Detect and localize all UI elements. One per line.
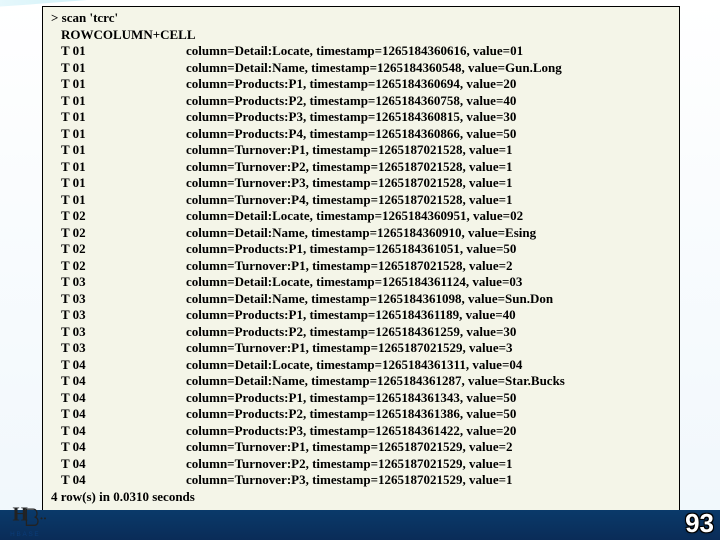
table-row: T 04column=Products:P2, timestamp=126518…	[61, 406, 671, 423]
row-cell-value: column=Detail:Name, timestamp=1265184360…	[186, 225, 536, 240]
header-col-label: COLUMN+CELL	[94, 27, 196, 42]
row-key: T 04	[61, 390, 186, 407]
hbase-logo: H HBASE	[8, 504, 68, 540]
row-key: T 03	[61, 340, 186, 357]
table-row: T 03column=Turnover:P1, timestamp=126518…	[61, 340, 671, 357]
table-row: T 01column=Turnover:P2, timestamp=126518…	[61, 159, 671, 176]
table-row: T 03column=Products:P2, timestamp=126518…	[61, 324, 671, 341]
table-row: T 01column=Turnover:P1, timestamp=126518…	[61, 142, 671, 159]
table-row: T 03column=Detail:Name, timestamp=126518…	[61, 291, 671, 308]
row-key: T 03	[61, 324, 186, 341]
row-cell-value: column=Products:P1, timestamp=1265184361…	[186, 307, 516, 322]
row-cell-value: column=Detail:Locate, timestamp=12651843…	[186, 274, 522, 289]
table-row: T 01column=Detail:Locate, timestamp=1265…	[61, 43, 671, 60]
row-cell-value: column=Products:P1, timestamp=1265184360…	[186, 76, 516, 91]
command-line: > scan 'tcrc'	[51, 10, 671, 27]
row-cell-value: column=Products:P3, timestamp=1265184360…	[186, 109, 516, 124]
table-row: T 03column=Products:P1, timestamp=126518…	[61, 307, 671, 324]
logo-text: HBASE	[10, 531, 40, 538]
table-row: T 04column=Products:P1, timestamp=126518…	[61, 390, 671, 407]
row-cell-value: column=Turnover:P3, timestamp=1265187021…	[186, 175, 513, 190]
row-key: T 01	[61, 175, 186, 192]
row-cell-value: column=Products:P4, timestamp=1265184360…	[186, 126, 516, 141]
row-key: T 02	[61, 225, 186, 242]
row-key: T 04	[61, 357, 186, 374]
row-cell-value: column=Detail:Name, timestamp=1265184361…	[186, 291, 553, 306]
table-row: T 02column=Detail:Locate, timestamp=1265…	[61, 208, 671, 225]
row-key: T 04	[61, 423, 186, 440]
table-row: T 01column=Products:P3, timestamp=126518…	[61, 109, 671, 126]
table-row: T 01column=Detail:Name, timestamp=126518…	[61, 60, 671, 77]
row-cell-value: column=Detail:Name, timestamp=1265184360…	[186, 60, 562, 75]
table-row: T 03column=Detail:Locate, timestamp=1265…	[61, 274, 671, 291]
row-cell-value: column=Products:P2, timestamp=1265184360…	[186, 93, 516, 108]
row-key: T 01	[61, 109, 186, 126]
svg-text:H: H	[12, 505, 27, 526]
row-cell-value: column=Turnover:P1, timestamp=1265187021…	[186, 439, 513, 454]
bottom-bar	[0, 510, 720, 540]
row-cell-value: column=Products:P2, timestamp=1265184361…	[186, 324, 516, 339]
table-row: T 02column=Detail:Name, timestamp=126518…	[61, 225, 671, 242]
row-key: T 03	[61, 274, 186, 291]
row-cell-value: column=Turnover:P1, timestamp=1265187021…	[186, 258, 513, 273]
row-key: T 01	[61, 43, 186, 60]
row-cell-value: column=Detail:Locate, timestamp=12651843…	[186, 43, 523, 58]
row-key: T 01	[61, 60, 186, 77]
table-row: T 04column=Detail:Locate, timestamp=1265…	[61, 357, 671, 374]
row-key: T 04	[61, 472, 186, 489]
header-line: ROWCOLUMN+CELL	[61, 27, 671, 44]
row-key: T 01	[61, 159, 186, 176]
row-cell-value: column=Products:P1, timestamp=1265184361…	[186, 390, 516, 405]
table-row: T 01column=Products:P2, timestamp=126518…	[61, 93, 671, 110]
row-key: T 01	[61, 126, 186, 143]
table-row: T 04column=Turnover:P1, timestamp=126518…	[61, 439, 671, 456]
row-cell-value: column=Detail:Name, timestamp=1265184361…	[186, 373, 565, 388]
table-row: T 01column=Products:P1, timestamp=126518…	[61, 76, 671, 93]
table-row: T 04column=Detail:Name, timestamp=126518…	[61, 373, 671, 390]
row-key: T 04	[61, 456, 186, 473]
row-cell-value: column=Turnover:P3, timestamp=1265187021…	[186, 472, 513, 487]
row-key: T 04	[61, 373, 186, 390]
row-cell-value: column=Detail:Locate, timestamp=12651843…	[186, 357, 522, 372]
row-key: T 04	[61, 439, 186, 456]
row-key: T 04	[61, 406, 186, 423]
table-row: T 04column=Products:P3, timestamp=126518…	[61, 423, 671, 440]
table-row: T 01column=Products:P4, timestamp=126518…	[61, 126, 671, 143]
row-cell-value: column=Products:P3, timestamp=1265184361…	[186, 423, 516, 438]
row-key: T 01	[61, 192, 186, 209]
row-key: T 01	[61, 93, 186, 110]
rows-container: T 01column=Detail:Locate, timestamp=1265…	[51, 43, 671, 489]
page-number: 93	[685, 508, 714, 539]
row-key: T 02	[61, 241, 186, 258]
row-cell-value: column=Detail:Locate, timestamp=12651843…	[186, 208, 523, 223]
table-row: T 02column=Products:P1, timestamp=126518…	[61, 241, 671, 258]
result-footer: 4 row(s) in 0.0310 seconds	[51, 489, 671, 506]
row-key: T 03	[61, 291, 186, 308]
row-cell-value: column=Turnover:P1, timestamp=1265187021…	[186, 142, 513, 157]
table-row: T 04column=Turnover:P3, timestamp=126518…	[61, 472, 671, 489]
row-key: T 02	[61, 258, 186, 275]
table-row: T 01column=Turnover:P3, timestamp=126518…	[61, 175, 671, 192]
row-key: T 01	[61, 76, 186, 93]
table-row: T 01column=Turnover:P4, timestamp=126518…	[61, 192, 671, 209]
row-cell-value: column=Turnover:P2, timestamp=1265187021…	[186, 159, 513, 174]
header-row-label: ROW	[61, 27, 94, 42]
row-key: T 03	[61, 307, 186, 324]
row-key: T 02	[61, 208, 186, 225]
row-cell-value: column=Turnover:P1, timestamp=1265187021…	[186, 340, 513, 355]
row-cell-value: column=Turnover:P2, timestamp=1265187021…	[186, 456, 513, 471]
table-row: T 04column=Turnover:P2, timestamp=126518…	[61, 456, 671, 473]
terminal-output-panel: > scan 'tcrc' ROWCOLUMN+CELL T 01column=…	[42, 6, 680, 512]
table-row: T 02column=Turnover:P1, timestamp=126518…	[61, 258, 671, 275]
row-cell-value: column=Turnover:P4, timestamp=1265187021…	[186, 192, 513, 207]
row-key: T 01	[61, 142, 186, 159]
row-cell-value: column=Products:P2, timestamp=1265184361…	[186, 406, 516, 421]
row-cell-value: column=Products:P1, timestamp=1265184361…	[186, 241, 516, 256]
slide: > scan 'tcrc' ROWCOLUMN+CELL T 01column=…	[0, 0, 720, 540]
